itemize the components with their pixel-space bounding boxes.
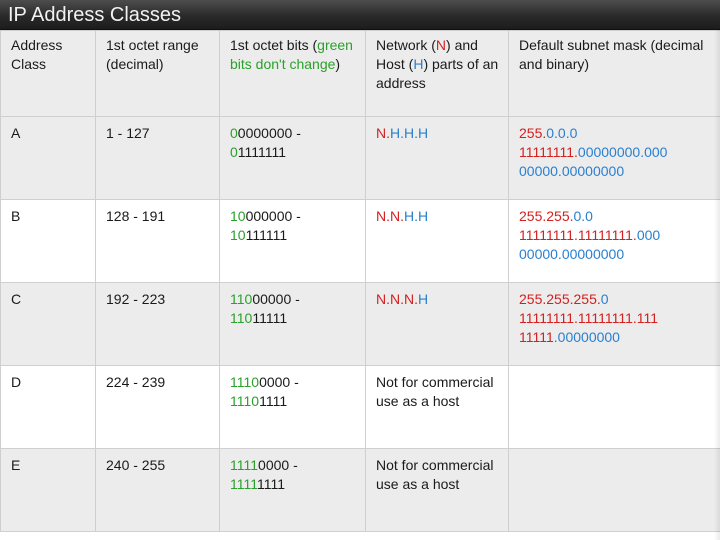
bits-var: 1111111 <box>237 144 287 160</box>
header-nh-1: Network ( <box>376 37 436 53</box>
network-host-cell: Not for commercial use as a host <box>365 448 509 532</box>
table-row: D 224 - 239 11100000 -11101111 Not for c… <box>0 365 720 449</box>
bits-fixed: 1110 <box>230 374 260 390</box>
class-cell: B <box>0 199 96 283</box>
host-part: H.H.H <box>390 125 429 141</box>
network-host-cell: Not for commercial use as a host <box>365 365 509 449</box>
class-cell: C <box>0 282 96 366</box>
page-title: IP Address Classes <box>0 0 720 30</box>
bits-var: 0000 - <box>259 374 299 390</box>
bits-cell: 11000000 -11011111 <box>219 282 366 366</box>
table-row: B 128 - 191 10000000 -10111111 N.N.H.H 2… <box>0 199 720 283</box>
mask-host: .00000000 <box>553 329 620 345</box>
range-cell: 240 - 255 <box>95 448 220 532</box>
bits-fixed: 0 <box>230 144 238 160</box>
range-cell: 224 - 239 <box>95 365 220 449</box>
class-cell: A <box>0 116 96 200</box>
network-part: N. <box>376 125 390 141</box>
mask-net: 11111111.11111111. <box>519 227 637 243</box>
bits-cell: 11100000 -11101111 <box>219 365 366 449</box>
header-bits-prefix: 1st octet bits ( <box>230 37 318 53</box>
bits-fixed: 1110 <box>230 393 260 409</box>
mask-net: 255.255.255. <box>519 291 601 307</box>
header-mask: Default subnet mask (decimal and binary) <box>508 30 720 117</box>
mask-host: 00000.00000000 <box>519 163 625 179</box>
bits-fixed: 10 <box>230 227 246 243</box>
mask-host: 00000000.000 <box>577 144 668 160</box>
mask-cell <box>508 448 720 532</box>
bits-fixed: 10 <box>230 208 246 224</box>
table-row: C 192 - 223 11000000 -11011111 N.N.N.H 2… <box>0 282 720 366</box>
bits-cell: 10000000 -10111111 <box>219 199 366 283</box>
bits-var: 111111 <box>245 227 288 243</box>
header-bits-suffix: ) <box>335 56 341 72</box>
mask-host: 0.0.0 <box>546 125 578 141</box>
bits-var: 0000000 - <box>237 125 301 141</box>
network-host-cell: N.H.H.H <box>365 116 509 200</box>
network-host-cell: N.N.N.H <box>365 282 509 366</box>
header-bits: 1st octet bits (green bits don't change) <box>219 30 366 117</box>
bits-var: 00000 - <box>252 291 300 307</box>
range-cell: 192 - 223 <box>95 282 220 366</box>
mask-host: 0.0 <box>573 208 593 224</box>
bits-var: 1111 <box>259 393 288 409</box>
bits-var: 11111 <box>252 310 288 326</box>
range-cell: 128 - 191 <box>95 199 220 283</box>
header-network-host: Network (N) and Host (H) parts of an add… <box>365 30 509 117</box>
mask-cell: 255.255.255.0 11111111.11111111.111 11111.… <box>508 282 720 366</box>
bits-cell: 00000000 -01111111 <box>219 116 366 200</box>
network-host-cell: N.N.H.H <box>365 199 509 283</box>
host-part: H.H <box>404 208 429 224</box>
mask-cell: 255.255.0.0 11111111.11111111.000 00000.00… <box>508 199 720 283</box>
mask-host: 00000.00000000 <box>519 246 625 262</box>
bits-var: 0000 - <box>258 457 298 473</box>
ip-classes-table-wrap: Address Class 1st octet range (decimal) … <box>0 30 720 540</box>
mask-net: 11111111. <box>519 144 578 160</box>
bits-var: 1111 <box>257 476 286 492</box>
table-row: E 240 - 255 11110000 -11111111 Not for c… <box>0 448 720 532</box>
mask-net: 255. <box>519 125 547 141</box>
ip-classes-table: Address Class 1st octet range (decimal) … <box>0 30 720 532</box>
bits-cell: 11110000 -11111111 <box>219 448 366 532</box>
edge-shadow <box>714 30 720 540</box>
mask-host: 000 <box>636 227 661 243</box>
mask-cell <box>508 365 720 449</box>
bits-fixed: 1111 <box>230 476 257 492</box>
bits-fixed: 1111 <box>230 457 259 473</box>
table-header-row: Address Class 1st octet range (decimal) … <box>0 30 720 117</box>
bits-fixed: 110 <box>230 291 253 307</box>
mask-net: 255.255. <box>519 208 574 224</box>
bits-var: 000000 - <box>245 208 301 224</box>
header-nh-n: N <box>435 37 447 53</box>
mask-net: 11111 <box>519 329 554 345</box>
network-part: N.N.N. <box>376 291 418 307</box>
bits-fixed: 110 <box>230 310 253 326</box>
mask-host: 0 <box>600 291 609 307</box>
table-row: A 1 - 127 00000000 -01111111 N.H.H.H 255… <box>0 116 720 200</box>
bits-fixed: 0 <box>230 125 238 141</box>
class-cell: D <box>0 365 96 449</box>
network-part: N.N. <box>376 208 404 224</box>
mask-cell: 255.0.0.0 11111111.00000000.000 00000.0000… <box>508 116 720 200</box>
header-range: 1st octet range (decimal) <box>95 30 220 117</box>
mask-net: 11111111.11111111.111 <box>519 310 659 326</box>
range-cell: 1 - 127 <box>95 116 220 200</box>
class-cell: E <box>0 448 96 532</box>
header-class: Address Class <box>0 30 96 117</box>
host-part: H <box>418 291 429 307</box>
header-nh-h: H <box>413 56 424 72</box>
